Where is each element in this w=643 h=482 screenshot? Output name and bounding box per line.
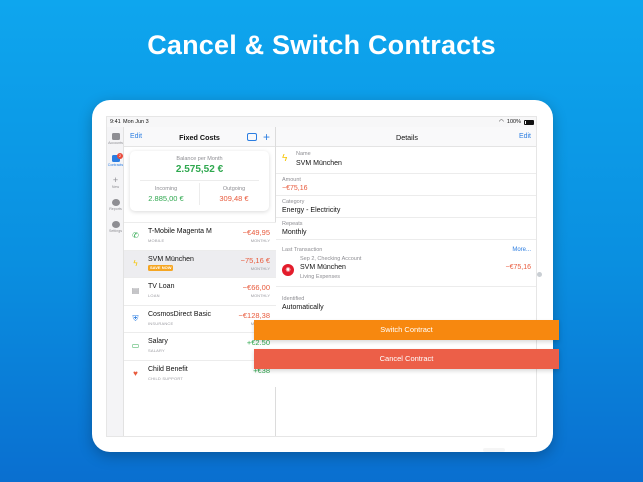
- balance-value: 2.575,52 €: [175, 164, 224, 175]
- battery-percent: 100%: [506, 119, 521, 125]
- bolt-icon: ϟ: [133, 258, 138, 268]
- transaction-name: SVM München: [300, 264, 346, 271]
- pie-chart-icon: [111, 199, 120, 206]
- item-amount: −75,16 €: [240, 255, 270, 265]
- balance-label: Balance per Month: [176, 156, 223, 162]
- tab-settings[interactable]: Settings: [107, 221, 124, 233]
- add-icon[interactable]: +: [263, 131, 270, 143]
- save-now-badge: SAVE NOW: [148, 264, 174, 271]
- app-screen: 9:41 Mon Jun 3 ◠ 100% Accounts 2 Contrac…: [106, 116, 537, 437]
- item-amount: −€66,00: [242, 283, 270, 292]
- repeats-field[interactable]: Repeats Monthly: [276, 218, 536, 240]
- field-label: Category: [282, 199, 305, 205]
- tab-label: Contracts: [107, 163, 124, 167]
- divider: [140, 180, 259, 181]
- edit-button[interactable]: Edit: [519, 133, 531, 140]
- field-label: Amount: [282, 177, 301, 183]
- item-name: T-Mobile Magenta M: [148, 228, 212, 235]
- notification-badge: 2: [117, 153, 123, 159]
- phone-icon: ✆: [132, 231, 139, 240]
- section-label: Last Transaction: [282, 247, 323, 253]
- status-bar: 9:41 Mon Jun 3 ◠ 100%: [107, 117, 536, 127]
- incoming-value: 2.885,00 €: [148, 194, 184, 203]
- item-name: CosmosDirect Basic: [148, 310, 212, 318]
- home-indicator: [483, 448, 505, 452]
- list-item[interactable]: ϟ SVM München SAVE NOW −75,16 € MONTHLY: [124, 249, 276, 277]
- item-category: MOBILE: [148, 238, 165, 243]
- list-item[interactable]: ✆ T-Mobile Magenta M MOBILE −€49,95 MONT…: [124, 222, 276, 250]
- status-time: 9:41: [110, 119, 121, 125]
- category-field[interactable]: Category Energy - Electricity: [276, 196, 536, 218]
- divider: [199, 183, 200, 205]
- outgoing-value: 309,48 €: [219, 194, 249, 203]
- tab-label: Settings: [109, 229, 122, 233]
- wifi-icon: ◠: [499, 119, 504, 125]
- master-navbar: Edit Fixed Costs +: [124, 127, 275, 147]
- detail-navbar: Details Edit: [276, 127, 536, 147]
- field-value: Monthly: [282, 229, 307, 236]
- heart-icon: ♥: [133, 368, 138, 378]
- tab-label: New: [111, 185, 120, 189]
- item-name: SVM München: [148, 255, 194, 263]
- tab-rail: Accounts 2 Contracts + New Reports Setti…: [107, 127, 124, 436]
- item-frequency: MONTHLY: [250, 238, 270, 243]
- item-name: TV Loan: [148, 283, 175, 290]
- item-frequency: MONTHLY: [250, 265, 270, 271]
- field-value: −€75,16: [282, 185, 308, 192]
- bank-logo-icon: ◉: [282, 264, 294, 276]
- plus-icon: +: [112, 175, 119, 185]
- field-label: Identified: [282, 296, 305, 302]
- field-value: Automatically: [282, 304, 324, 311]
- tab-label: Reports: [109, 207, 122, 211]
- identified-field: Identified Automatically: [276, 293, 536, 317]
- money-icon: ▭: [131, 341, 140, 350]
- amount-field[interactable]: Amount −€75,16: [276, 174, 536, 196]
- home-button: [537, 272, 542, 277]
- shield-icon: ⛨: [132, 313, 139, 323]
- cancel-contract-button[interactable]: Cancel Contract: [254, 349, 559, 369]
- tab-reports[interactable]: Reports: [107, 199, 124, 211]
- field-value: SVM München: [296, 160, 342, 167]
- status-date: Mon Jun 3: [123, 119, 149, 125]
- item-category: SALARY: [148, 348, 165, 353]
- item-category: CHILD SUPPORT: [148, 375, 183, 381]
- name-field[interactable]: ϟ Name SVM München: [276, 147, 536, 174]
- battery-icon: [524, 119, 534, 125]
- item-name: Salary: [148, 338, 168, 345]
- gear-icon: [111, 221, 120, 228]
- item-frequency: MONTHLY: [250, 293, 270, 298]
- field-label: Repeats: [282, 221, 303, 227]
- list-item[interactable]: ▤ TV Loan LOAN −€66,00 MONTHLY: [124, 277, 276, 305]
- transaction-date: Sep 2, Checking Account: [300, 256, 362, 262]
- item-amount: −€49,95: [242, 228, 270, 237]
- field-value: Energy - Electricity: [282, 207, 341, 214]
- nav-actions: +: [246, 131, 270, 143]
- inbox-icon[interactable]: [246, 133, 257, 141]
- more-link[interactable]: More...: [512, 247, 531, 253]
- item-name: Child Benefit: [148, 365, 188, 373]
- last-transaction-section: Last Transaction More... ◉ Sep 2, Checki…: [276, 245, 536, 287]
- outgoing-label: Outgoing: [222, 186, 246, 192]
- item-category: INSURANCE: [148, 320, 174, 326]
- status-right: ◠ 100%: [499, 119, 534, 125]
- item-category: LOAN: [148, 293, 160, 298]
- fixed-costs-panel: Edit Fixed Costs + Balance per Month 2.5…: [124, 127, 276, 436]
- tab-label: Accounts: [108, 141, 123, 145]
- details-title: Details: [396, 133, 418, 142]
- tab-contracts[interactable]: 2 Contracts: [107, 153, 124, 167]
- item-amount: −€128,38: [238, 310, 271, 320]
- document-icon: ▤: [131, 286, 140, 295]
- balance-card: Balance per Month 2.575,52 € Incoming 2.…: [130, 151, 269, 211]
- field-label: Name: [296, 151, 311, 157]
- transaction-category: Living Expenses: [300, 274, 341, 280]
- switch-contract-button[interactable]: Switch Contract: [254, 320, 559, 340]
- details-panel: Details Edit ϟ Name SVM München Amount −…: [276, 127, 536, 436]
- transaction-amount: −€75,16: [505, 264, 532, 271]
- bolt-icon: ϟ: [282, 153, 288, 164]
- card-icon: [111, 133, 120, 140]
- tab-new[interactable]: + New: [107, 175, 124, 190]
- tab-accounts[interactable]: Accounts: [107, 133, 124, 145]
- headline: Cancel & Switch Contracts: [147, 30, 496, 60]
- incoming-label: Incoming: [154, 186, 178, 192]
